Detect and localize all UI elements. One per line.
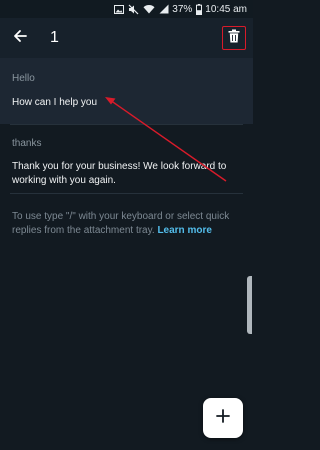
learn-more-link[interactable]: Learn more — [157, 225, 211, 236]
status-bar: 37% 10:45 am — [0, 0, 253, 18]
back-button[interactable] — [6, 24, 34, 52]
help-text: To use type "/" with your keyboard or se… — [12, 210, 240, 238]
mute-icon — [128, 3, 139, 15]
quick-reply-shortcut: thanks — [12, 138, 42, 149]
quick-reply-message: Thank you for your business! We look for… — [12, 161, 227, 186]
quick-reply-shortcut: Hello — [12, 73, 35, 84]
arrow-left-icon — [12, 28, 28, 49]
signal-icon — [159, 3, 169, 15]
page-title: 1 — [50, 29, 59, 46]
trash-icon — [228, 29, 240, 48]
plus-icon — [216, 408, 230, 428]
battery-percent: 37% — [172, 3, 193, 15]
divider — [10, 193, 243, 194]
wifi-icon — [143, 3, 155, 15]
add-quick-reply-button[interactable] — [203, 398, 243, 438]
battery-icon — [196, 3, 203, 15]
app-bar: 1 — [0, 18, 253, 58]
quick-replies-screen: 37% 10:45 am 1 Hello How can I help you … — [0, 0, 253, 450]
scrollbar[interactable] — [247, 276, 252, 334]
quick-reply-item[interactable]: thanks Thank you for your business! We l… — [0, 125, 253, 192]
image-icon — [114, 3, 125, 15]
delete-button[interactable] — [222, 26, 246, 50]
quick-reply-message: How can I help you — [12, 97, 98, 108]
quick-reply-item[interactable]: Hello How can I help you — [0, 58, 253, 124]
status-time: 10:45 am — [205, 3, 247, 15]
